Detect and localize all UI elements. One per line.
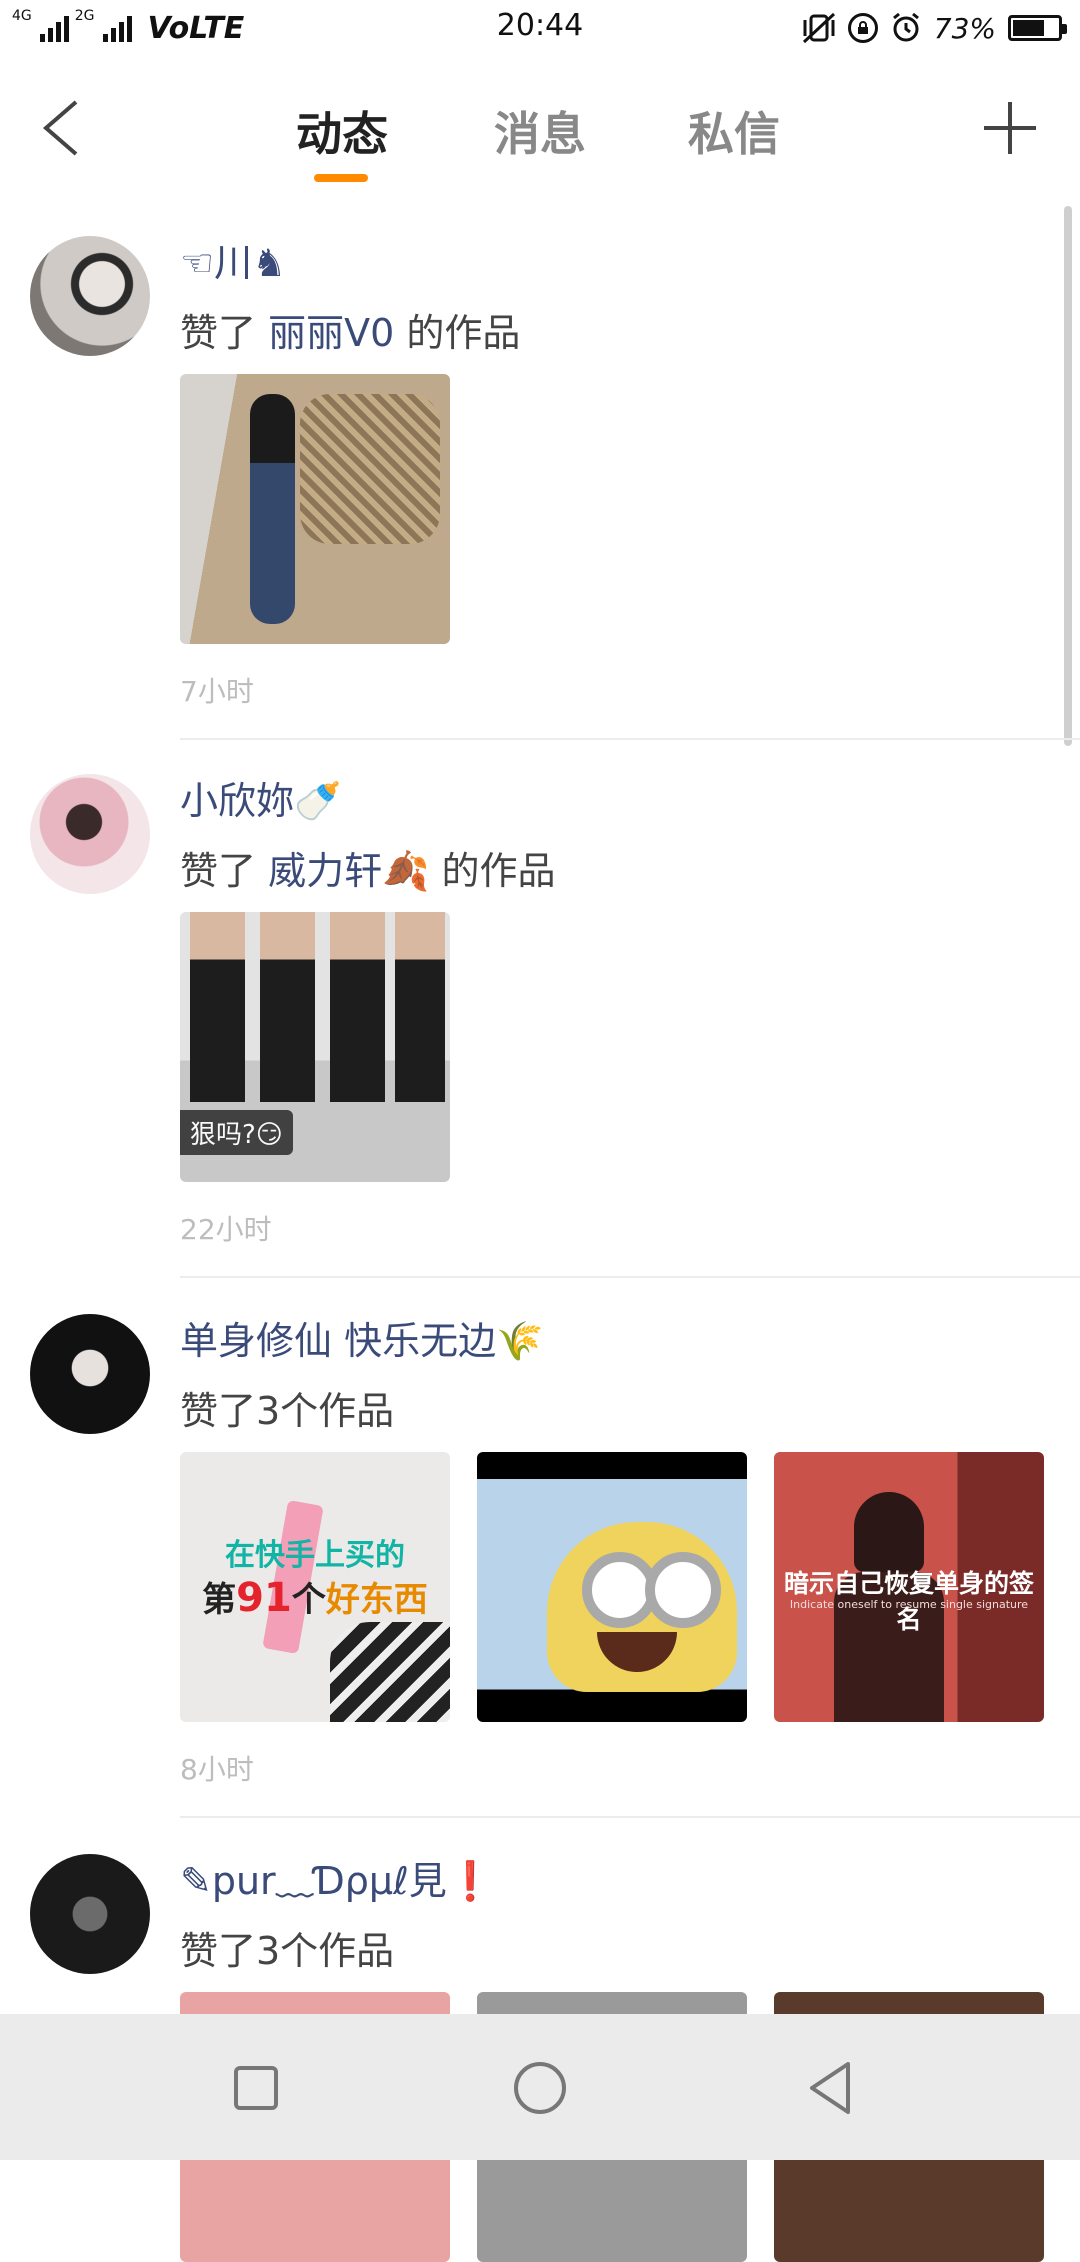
divider: [180, 1816, 1080, 1818]
caption-part: 第: [202, 1580, 237, 1620]
post-time: 7小时: [180, 675, 254, 708]
action-suffix: 的作品: [441, 849, 556, 893]
post-time: 22小时: [180, 1213, 272, 1246]
status-bar: 4G 2G VoLTE 20:44 73%: [0, 0, 1080, 56]
username[interactable]: 单身修仙 快乐无边🌾: [180, 1310, 543, 1365]
tab-dynamics[interactable]: 动态: [296, 98, 388, 164]
action-prefix: 赞了3个作品: [180, 1929, 395, 1973]
system-navigation-bar: [0, 2014, 1080, 2160]
thumbnail-caption: 狠吗?😏: [180, 1110, 293, 1155]
avatar[interactable]: [30, 1854, 150, 1974]
action-text: 赞了 威力轩🍂 的作品: [180, 840, 556, 895]
thumbnail-caption-line1: 在快手上买的: [225, 1538, 405, 1573]
active-tab-indicator: [314, 174, 368, 182]
caption-part: 好东西: [325, 1580, 428, 1620]
action-prefix: 赞了3个作品: [180, 1389, 395, 1433]
work-thumbnail[interactable]: [477, 1452, 747, 1722]
caption-number: 91: [236, 1575, 292, 1621]
post-time: 8小时: [180, 1753, 254, 1786]
home-icon[interactable]: [510, 2058, 570, 2118]
work-thumbnail[interactable]: 暗示自己恢复单身的签名 Indicate oneself to resume s…: [774, 1452, 1044, 1722]
action-suffix: 的作品: [406, 311, 521, 355]
back-nav-icon[interactable]: [800, 2058, 860, 2118]
clock: 20:44: [496, 8, 584, 43]
avatar[interactable]: [30, 1314, 150, 1434]
action-text: 赞了 丽丽V0 的作品: [180, 302, 520, 357]
scrollbar[interactable]: [1064, 206, 1072, 746]
target-user[interactable]: 威力轩🍂: [268, 849, 429, 893]
action-text: 赞了3个作品: [180, 1380, 394, 1435]
work-thumbnail[interactable]: 狠吗?😏: [180, 912, 450, 1182]
username[interactable]: ✎pur﹏Ɗρμℓ見❗: [180, 1850, 494, 1905]
tab-messages[interactable]: 消息: [494, 98, 586, 164]
divider: [180, 1276, 1080, 1278]
caption-part: 个: [291, 1580, 326, 1620]
divider: [180, 738, 1080, 740]
target-user[interactable]: 丽丽V0: [268, 311, 394, 355]
thumbnail-subcaption: Indicate oneself to resume single signat…: [789, 1598, 1029, 1611]
thumbnail-caption-line2: 第91个好东西: [180, 1572, 450, 1621]
work-thumbnail[interactable]: 在快手上买的 第91个好东西: [180, 1452, 450, 1722]
work-thumbnail[interactable]: [180, 374, 450, 644]
tab-private-messages[interactable]: 私信: [688, 98, 780, 164]
add-icon[interactable]: [982, 100, 1038, 156]
battery-icon: [1008, 15, 1067, 41]
back-icon[interactable]: [36, 98, 96, 158]
avatar[interactable]: [30, 236, 150, 356]
username[interactable]: 小欣妳🍼: [180, 770, 341, 825]
action-text: 赞了3个作品: [180, 1920, 394, 1975]
top-navigation: 动态 消息 私信: [0, 80, 1080, 190]
username[interactable]: ☜川♞: [180, 232, 286, 287]
avatar[interactable]: [30, 774, 150, 894]
action-prefix: 赞了: [180, 311, 257, 355]
action-prefix: 赞了: [180, 849, 257, 893]
recent-apps-icon[interactable]: [226, 2058, 286, 2118]
